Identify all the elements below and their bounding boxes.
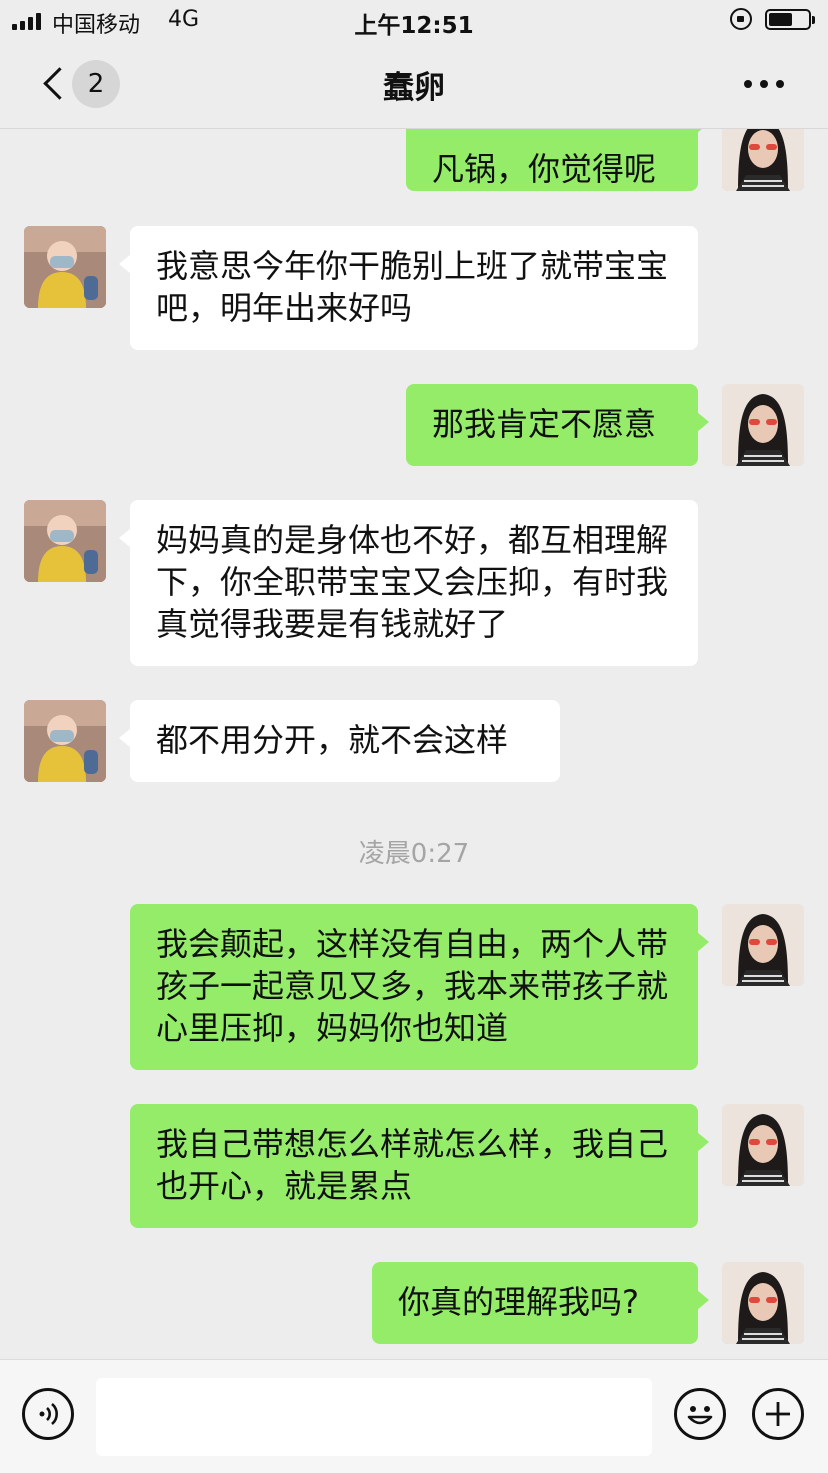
my-avatar[interactable]: [722, 384, 804, 466]
input-bar: [0, 1359, 828, 1473]
message-bubble-sent[interactable]: 那我肯定不愿意: [406, 384, 709, 466]
my-avatar[interactable]: [722, 904, 804, 986]
time-separator: 凌晨0:27: [358, 839, 470, 869]
battery-fill: [769, 13, 792, 26]
message-bubble-received[interactable]: 妈妈真的是身体也不好，都互相理解下，你全职带宝宝又会压抑，有时我真觉得我要是有钱…: [119, 500, 698, 666]
more-dots-icon[interactable]: [744, 72, 784, 96]
my-avatar[interactable]: [722, 1262, 804, 1344]
message-bubble-sent[interactable]: 凡锅，你觉得呢: [406, 129, 709, 191]
my-avatar[interactable]: [722, 129, 804, 191]
contact-avatar[interactable]: [24, 226, 106, 308]
battery-icon: [765, 9, 815, 30]
contact-avatar[interactable]: [24, 500, 106, 582]
chat-title: 蠢卵: [383, 70, 445, 106]
emoji-icon[interactable]: [674, 1388, 726, 1440]
message-bubble-sent[interactable]: 我会颠起，这样没有自由，两个人带孩子一起意见又多，我本来带孩子就心里压抑，妈妈你…: [130, 904, 709, 1070]
message-bubble-received[interactable]: 我意思今年你干脆别上班了就带宝宝吧，明年出来好吗: [119, 226, 698, 350]
status-bar: 中国移动 4G 上午12:51: [0, 0, 828, 42]
voice-icon[interactable]: [22, 1388, 74, 1440]
message-bubble-received[interactable]: 都不用分开，就不会这样: [119, 700, 560, 782]
message-input[interactable]: [96, 1378, 652, 1456]
message-bubble-sent[interactable]: 我自己带想怎么样就怎么样，我自己也开心，就是累点: [130, 1104, 709, 1228]
contact-avatar[interactable]: [24, 700, 106, 782]
message-bubble-sent[interactable]: 你真的理解我吗?: [372, 1262, 709, 1344]
plus-icon[interactable]: [752, 1388, 804, 1440]
my-avatar[interactable]: [722, 1104, 804, 1186]
status-time: 上午12:51: [354, 13, 474, 39]
chat-header: 2 蠢卵: [0, 42, 828, 129]
orientation-lock-icon: [730, 8, 752, 30]
message-list[interactable]: 凡锅，你觉得呢 我意思今年你干脆别上班了就带宝宝吧，明年出来好吗 那我肯定不愿意…: [0, 129, 828, 1359]
